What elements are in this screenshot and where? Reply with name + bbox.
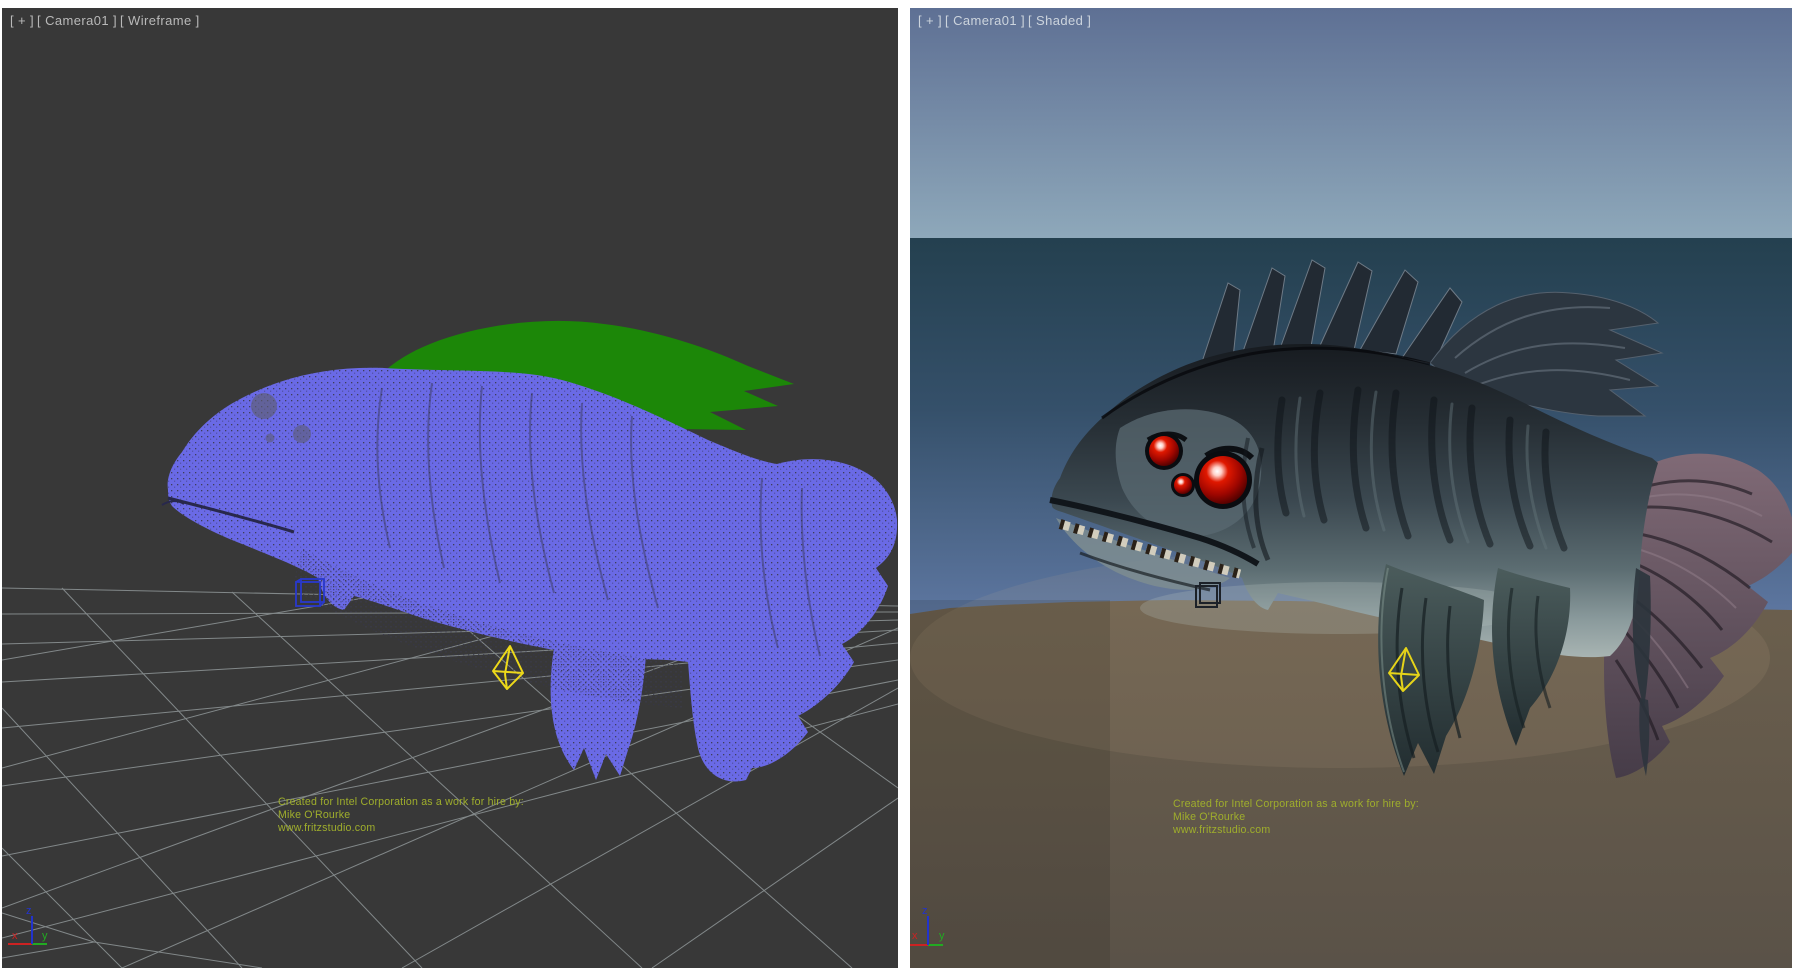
- viewport-pov-menu[interactable]: [ Camera01 ]: [37, 13, 117, 28]
- viewport-shading-menu[interactable]: [ Wireframe ]: [120, 13, 200, 28]
- axis-y-label: y: [42, 930, 48, 942]
- viewport-general-menu[interactable]: [ + ]: [918, 13, 942, 28]
- fish-eye-wireframe-large: [251, 393, 277, 419]
- scene-credit-text: Created for Intel Corporation as a work …: [1173, 798, 1419, 836]
- axis-z-label: z: [26, 905, 32, 917]
- viewport-shaded[interactable]: [ + ][ Camera01 ][ Shaded ]: [910, 8, 1792, 968]
- viewport-general-menu[interactable]: [ + ]: [10, 13, 34, 28]
- fish-wireframe: [162, 368, 897, 782]
- fish-eye-large: [1199, 456, 1247, 504]
- axis-x-label: x: [12, 930, 18, 942]
- axis-z-label: z: [922, 905, 928, 917]
- fish-eye-wireframe-small: [266, 434, 275, 443]
- axis-x-label: x: [912, 930, 918, 942]
- fish-eye-wireframe-medium: [293, 425, 311, 443]
- sky-upper: [910, 8, 1792, 238]
- world-axis-tripod: x y z: [8, 905, 48, 944]
- viewport-label: [ + ][ Camera01 ][ Wireframe ]: [10, 13, 203, 28]
- viewport-shading-menu[interactable]: [ Shaded ]: [1028, 13, 1091, 28]
- fish-eye-small: [1174, 476, 1192, 494]
- fish-eye-medium: [1149, 436, 1179, 466]
- viewport-wireframe[interactable]: [ + ][ Camera01 ][ Wireframe ]: [2, 8, 898, 968]
- viewport-label: [ + ][ Camera01 ][ Shaded ]: [918, 13, 1094, 28]
- viewport-pov-menu[interactable]: [ Camera01 ]: [945, 13, 1025, 28]
- dual-viewport-screenshot: { "viewport_left": { "menu_general": "[ …: [0, 0, 1800, 978]
- axis-y-label: y: [939, 930, 945, 942]
- scene-credit-text: Created for Intel Corporation as a work …: [278, 796, 524, 834]
